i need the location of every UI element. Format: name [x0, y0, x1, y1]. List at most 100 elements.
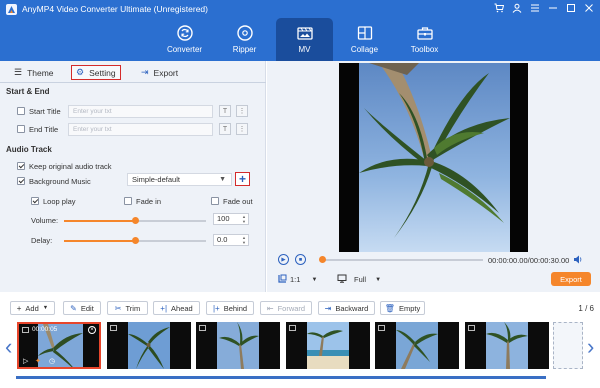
delay-input[interactable]: 0.0 ▲ ▼ [213, 234, 249, 246]
tab-toolbox[interactable]: Toolbox [396, 18, 453, 61]
background-music-label: Background Music [29, 177, 91, 186]
timeline-clip[interactable]: 00:00:05 × ▷ ✦ ◷ [17, 322, 101, 369]
timeline-clip[interactable] [196, 322, 280, 369]
chevron-down-icon: ▼ [375, 276, 382, 283]
timeline-clip[interactable] [286, 322, 370, 369]
chevron-right-icon[interactable]: › [587, 334, 594, 360]
stop-icon[interactable]: ■ [295, 254, 306, 265]
ahead-button[interactable]: +| Ahead [153, 301, 200, 315]
edit-button-label: Edit [80, 303, 94, 313]
text-layout-icon[interactable]: ⋮ [236, 123, 248, 135]
minimize-icon[interactable] [547, 3, 558, 17]
window-controls [493, 3, 594, 17]
behind-button[interactable]: |+ Behind [206, 301, 254, 315]
background-music-checkbox[interactable] [17, 177, 25, 185]
title-bar: AnyMP4 Video Converter Ultimate (Unregis… [0, 0, 600, 18]
maximize-icon[interactable] [565, 3, 576, 17]
delay-knob[interactable] [132, 237, 139, 244]
subtab-setting[interactable]: ⚙ Setting [71, 65, 121, 80]
tab-ripper[interactable]: Ripper [216, 18, 273, 61]
loop-play-checkbox[interactable] [31, 197, 39, 205]
aspect-value: 1:1 [290, 275, 301, 284]
display-mode-select[interactable]: Full ▼ [337, 274, 381, 285]
fade-out-checkbox[interactable] [211, 197, 219, 205]
tab-mv[interactable]: MV [276, 18, 333, 61]
end-title-checkbox[interactable] [17, 125, 25, 133]
keep-audio-label: Keep original audio track [29, 162, 112, 171]
tab-ripper-label: Ripper [232, 45, 257, 54]
volume-label: Volume: [31, 216, 59, 225]
cart-icon[interactable] [493, 3, 504, 17]
start-title-checkbox[interactable] [17, 107, 25, 115]
text-style-icon[interactable]: T [219, 105, 231, 117]
end-title-input[interactable]: Enter your txt [68, 123, 213, 136]
tab-collage-label: Collage [350, 45, 379, 54]
play-icon[interactable]: ▶ [278, 254, 289, 265]
fade-in-checkbox[interactable] [124, 197, 132, 205]
keep-audio-checkbox[interactable] [17, 162, 25, 170]
forward-button[interactable]: ⇤ Forward [260, 301, 312, 315]
behind-button-label: Behind [223, 303, 248, 313]
timeline-clip[interactable] [375, 322, 459, 369]
clip-duration: 00:00:05 [32, 326, 58, 333]
tab-converter[interactable]: Converter [156, 18, 213, 61]
subtab-export[interactable]: ⇥ Export [141, 65, 178, 80]
preview-panel: ▶ ■ 00:00:00.00/00:00:30.00 1:1 ▼ Full ▼… [267, 61, 600, 292]
close-icon[interactable] [583, 3, 594, 17]
text-layout-icon[interactable]: ⋮ [236, 105, 248, 117]
timeline-clip[interactable] [465, 322, 549, 369]
start-title-label: Start Title [29, 107, 61, 116]
page-counter: 1 / 6 [578, 304, 594, 313]
chevron-down-icon: ▼ [311, 276, 318, 283]
seek-knob[interactable] [319, 256, 326, 263]
clip-thumbnail [217, 322, 259, 369]
user-icon[interactable] [511, 3, 522, 17]
timeline-clip[interactable] [107, 322, 191, 369]
stepper-arrows-icon[interactable]: ▲ ▼ [242, 214, 246, 224]
theme-icon: ☰ [14, 67, 23, 77]
chevron-left-icon[interactable]: ‹ [5, 334, 12, 360]
display-mode-value: Full [354, 275, 367, 284]
volume-knob[interactable] [132, 217, 139, 224]
tab-toolbox-label: Toolbox [410, 45, 439, 54]
volume-slider[interactable] [64, 217, 206, 224]
clip-thumbnail [486, 322, 528, 369]
main-nav: Converter Ripper MV Collage Toolbox [156, 18, 456, 61]
settings-panel: ☰ Theme ⚙ Setting ⇥ Export Start & End S… [0, 61, 266, 292]
backward-button[interactable]: ⇥ Backward [318, 301, 375, 315]
tab-converter-label: Converter [166, 45, 203, 54]
palm-tree-image [359, 63, 510, 252]
effect-icon[interactable]: ✦ [35, 357, 41, 365]
clock-icon[interactable]: ◷ [49, 357, 55, 365]
backward-button-label: Backward [335, 303, 369, 313]
volume-input[interactable]: 100 ▲ ▼ [213, 213, 249, 225]
delay-value: 0.0 [217, 235, 228, 244]
image-icon [110, 325, 117, 331]
edit-button[interactable]: ✎ Edit [63, 301, 101, 315]
subtab-theme[interactable]: ☰ Theme [14, 65, 54, 80]
ahead-icon: +| [160, 303, 168, 313]
tab-collage[interactable]: Collage [336, 18, 393, 61]
volume-icon[interactable] [573, 255, 583, 264]
add-clip-placeholder[interactable] [553, 322, 583, 369]
stepper-arrows-icon[interactable]: ▲ ▼ [242, 235, 246, 245]
volume-value: 100 [217, 214, 230, 223]
add-music-button[interactable]: + [235, 172, 250, 186]
tab-mv-label: MV [298, 45, 311, 54]
aspect-ratio-select[interactable]: 1:1 ▼ [278, 274, 317, 285]
scissors-icon: ✂ [114, 303, 122, 313]
top-bar: AnyMP4 Video Converter Ultimate (Unregis… [0, 0, 600, 61]
text-style-icon[interactable]: T [219, 123, 231, 135]
seek-bar[interactable] [319, 256, 483, 263]
add-button[interactable]: + Add ▼ [10, 301, 55, 315]
close-icon[interactable]: × [88, 326, 96, 334]
empty-button[interactable]: 🗑 Empty [380, 301, 425, 315]
play-icon[interactable]: ▷ [23, 357, 28, 365]
music-select[interactable]: Simple-default ▼ [127, 173, 232, 186]
subtabs: ☰ Theme ⚙ Setting ⇥ Export [0, 61, 266, 83]
export-button[interactable]: Export [551, 272, 591, 286]
delay-slider[interactable] [64, 237, 206, 244]
trim-button[interactable]: ✂ Trim [107, 301, 148, 315]
menu-icon[interactable] [529, 3, 540, 17]
start-title-input[interactable]: Enter your txt [68, 105, 213, 118]
